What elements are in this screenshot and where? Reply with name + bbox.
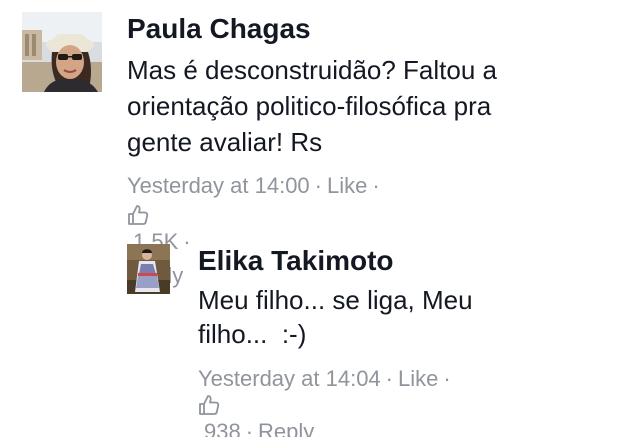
like-button[interactable]: Like [327, 173, 367, 198]
comment-text-line: Meu filho... se liga, Meu [198, 285, 473, 315]
thumbs-up-outline-icon [198, 394, 618, 416]
comment-text-line: gente avaliar! Rs [127, 127, 323, 157]
like-button[interactable]: Like [398, 366, 438, 391]
comment-thread: Paula Chagas Mas é desconstruidão? Falto… [0, 0, 625, 437]
separator: · [183, 229, 191, 254]
comment-text: Mas é desconstruidão? Faltou a orientação… [127, 52, 617, 160]
separator: · [314, 173, 322, 198]
comment-meta: Yesterday at 14:04 · Like · 938 · Reply [198, 363, 618, 437]
thumbs-up-outline-icon [127, 204, 617, 226]
separator: · [245, 419, 254, 437]
like-count: 938 [204, 419, 241, 437]
separator: · [372, 173, 380, 198]
comment-body: Elika Takimoto Meu filho... se liga, Meu… [198, 244, 618, 437]
separator: · [443, 366, 451, 391]
author-name[interactable]: Paula Chagas [127, 12, 617, 46]
separator: · [385, 366, 393, 391]
comment-text-line: Mas é desconstruidão? Faltou a [127, 55, 497, 85]
comment-text-line: filho... :-) [198, 319, 307, 349]
comment-text-line: orientação politico-filosófica pra [127, 91, 492, 121]
avatar[interactable] [22, 12, 102, 92]
timestamp-link[interactable]: Yesterday at 14:04 [198, 366, 381, 391]
author-name[interactable]: Elika Takimoto [198, 244, 618, 278]
timestamp-link[interactable]: Yesterday at 14:00 [127, 173, 310, 198]
comment-text: Meu filho... se liga, Meu filho... :-) [198, 283, 618, 351]
reply-button[interactable]: Reply [258, 419, 314, 437]
avatar[interactable] [127, 244, 170, 294]
